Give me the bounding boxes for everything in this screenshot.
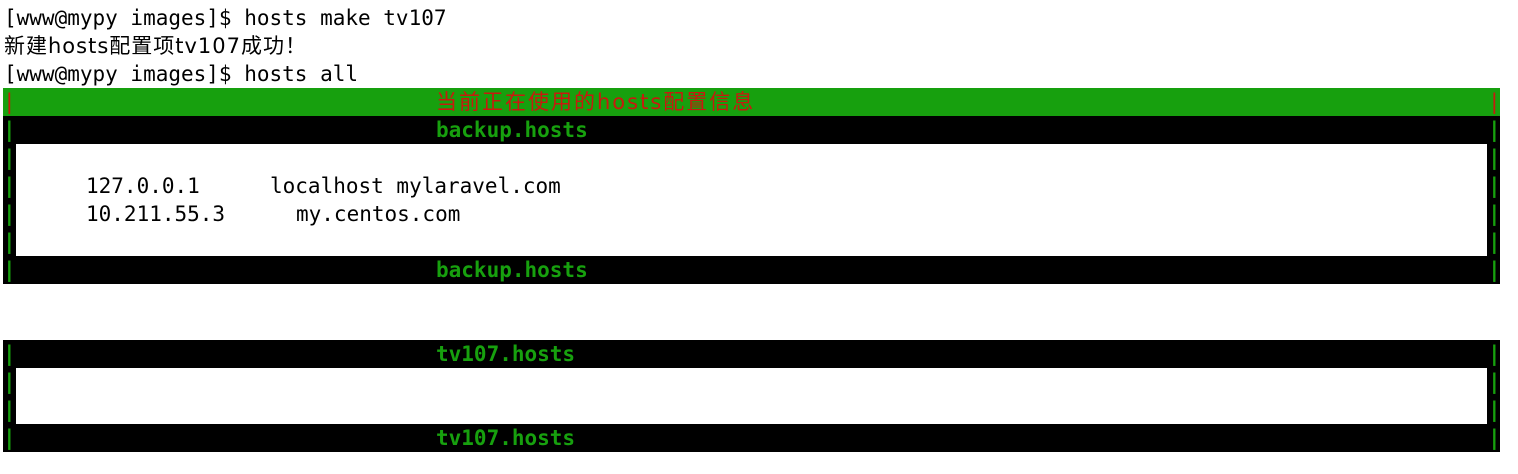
border-pipe: | — [1488, 174, 1501, 198]
hosts-block-title: tv107.hosts — [436, 426, 576, 450]
hosts-block-title: backup.hosts — [436, 258, 588, 282]
hosts-block-title: tv107.hosts — [436, 342, 576, 366]
border-pipe: | — [3, 90, 16, 114]
hosts-block-footer: | backup.hosts | — [3, 256, 1501, 284]
border-pipe: | — [1488, 342, 1501, 366]
border-pipe: | — [3, 174, 16, 198]
border-pipe: | — [3, 118, 16, 142]
border-pipe: | — [3, 426, 16, 450]
terminal-output-line: 新建hosts配置项tv107成功！ — [4, 34, 308, 58]
host-entry-names: localhost mylaravel.com — [270, 174, 561, 198]
hosts-block-body: | | | | — [3, 368, 1501, 424]
border-pipe: | — [1488, 370, 1501, 394]
border-pipe: | — [1488, 202, 1501, 226]
hosts-block-title: backup.hosts — [436, 118, 588, 142]
border-pipe: | — [3, 230, 16, 254]
border-pipe: | — [1488, 258, 1501, 282]
border-pipe: | — [3, 146, 16, 170]
border-pipe: | — [1488, 146, 1501, 170]
border-pipe: | — [3, 342, 16, 366]
current-hosts-header: | 当前正在使用的hosts配置信息 | — [3, 88, 1501, 116]
border-pipe: | — [1488, 118, 1501, 142]
terminal-command-line: [www@mypy images]$ hosts make tv107 — [4, 6, 447, 30]
border-pipe: | — [3, 258, 16, 282]
hosts-block-header: | tv107.hosts | — [3, 340, 1501, 368]
hosts-block-body: | | | | | | | | 127.0.0.1 localhost myla… — [3, 144, 1501, 256]
border-pipe: | — [1488, 230, 1501, 254]
border-pipe: | — [3, 370, 16, 394]
border-pipe: | — [3, 398, 16, 422]
border-pipe: | — [1488, 398, 1501, 422]
hosts-block-header: | backup.hosts | — [3, 116, 1501, 144]
border-pipe: | — [1488, 90, 1501, 114]
border-pipe: | — [1488, 426, 1501, 450]
border-pipe: | — [3, 202, 16, 226]
host-entry-ip: 127.0.0.1 — [86, 174, 200, 198]
hosts-content-area: 127.0.0.1 localhost mylaravel.com 10.211… — [16, 144, 1487, 256]
host-entry-names: my.centos.com — [296, 202, 461, 226]
host-entry-ip: 10.211.55.3 — [86, 202, 226, 226]
hosts-block-footer: | tv107.hosts | — [3, 424, 1501, 452]
current-hosts-title: 当前正在使用的hosts配置信息 — [436, 90, 756, 114]
hosts-content-area — [16, 368, 1487, 424]
terminal-command-line: [www@mypy images]$ hosts all — [4, 62, 359, 86]
